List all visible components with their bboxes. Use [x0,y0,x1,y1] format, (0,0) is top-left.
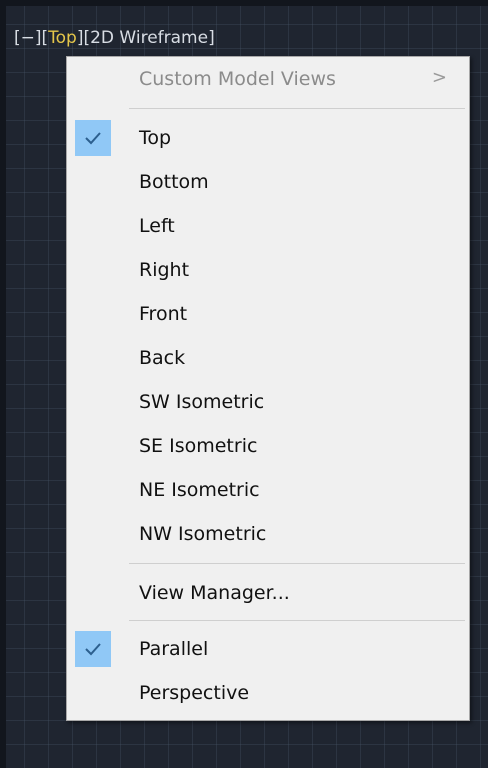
submenu-arrow-icon: > [431,67,447,88]
menu-item-label: SW Isometric [139,391,265,413]
menu-item-back[interactable]: Back [67,337,469,379]
menu-item-left[interactable]: Left [67,205,469,247]
menu-item-custom-model-views[interactable]: Custom Model Views > [67,58,469,100]
menu-item-label: View Manager... [139,582,290,604]
menu-item-label: NE Isometric [139,479,260,501]
checkmark-icon [75,120,111,156]
menu-item-label: Parallel [139,638,209,660]
menu-item-right[interactable]: Right [67,249,469,291]
menu-separator [129,108,465,109]
menu-item-label: Bottom [139,171,209,193]
menu-item-top[interactable]: Top [67,117,469,159]
view-context-menu: Custom Model Views > Top Bottom Left Rig… [66,56,470,721]
menu-item-label: Custom Model Views [139,68,336,90]
menu-item-bottom[interactable]: Bottom [67,161,469,203]
menu-separator [129,563,465,564]
checkmark-icon [75,631,111,667]
menu-item-parallel[interactable]: Parallel [67,628,469,670]
menu-item-label: Right [139,259,190,281]
menu-item-label: NW Isometric [139,523,267,545]
menu-item-sw-isometric[interactable]: SW Isometric [67,381,469,423]
menu-item-se-isometric[interactable]: SE Isometric [67,425,469,467]
menu-item-label: Left [139,215,175,237]
view-control-top[interactable]: Top [48,28,77,48]
menu-item-label: Perspective [139,682,250,704]
visual-style-control[interactable]: [2D Wireframe] [83,28,214,48]
menu-item-label: Front [139,303,188,325]
menu-item-ne-isometric[interactable]: NE Isometric [67,469,469,511]
menu-item-label: Top [139,127,172,149]
menu-item-label: SE Isometric [139,435,258,457]
menu-item-front[interactable]: Front [67,293,469,335]
viewport-minus-control[interactable]: [−] [14,28,42,48]
menu-item-nw-isometric[interactable]: NW Isometric [67,513,469,555]
menu-separator [129,620,465,621]
menu-item-label: Back [139,347,186,369]
menu-item-view-manager[interactable]: View Manager... [67,572,469,614]
viewport-controls: [−][Top][2D Wireframe] [14,28,215,48]
menu-item-perspective[interactable]: Perspective [67,672,469,714]
